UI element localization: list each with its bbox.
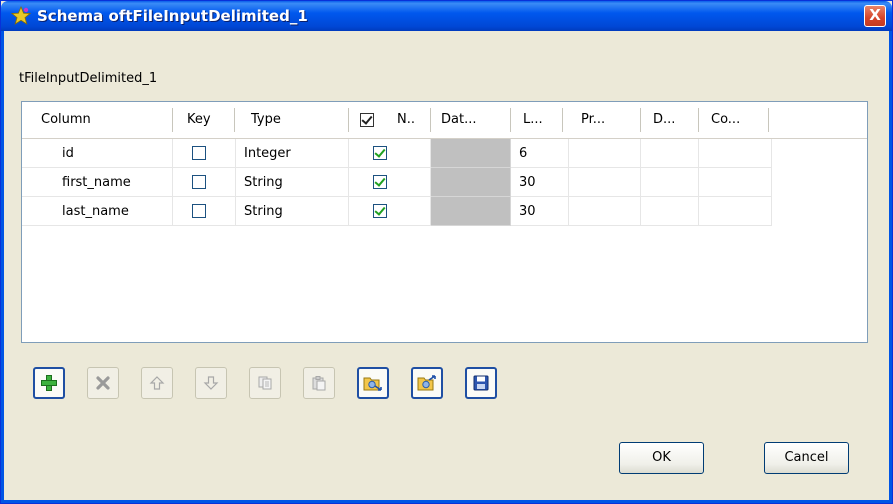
window-border-right [889, 31, 892, 503]
cell-key[interactable] [173, 168, 236, 197]
move-up-button[interactable] [141, 367, 173, 399]
remove-button[interactable] [87, 367, 119, 399]
window-border-bottom [1, 500, 892, 503]
paste-icon [312, 376, 326, 391]
column-header-nullable[interactable]: N.. [392, 102, 432, 138]
column-header-type[interactable]: Type [246, 102, 346, 138]
cell-date-pattern [431, 139, 511, 168]
cell-type[interactable]: String [236, 197, 349, 226]
header-divider [510, 108, 511, 132]
save-icon [473, 375, 489, 391]
import-schema-icon [363, 377, 382, 391]
paste-button[interactable] [303, 367, 335, 399]
key-checkbox[interactable] [192, 204, 206, 218]
table-row[interactable]: id Integer 6 [22, 139, 772, 168]
header-divider [430, 108, 431, 132]
window-title: Schema oftFileInputDelimited_1 [37, 7, 308, 25]
key-checkbox[interactable] [192, 175, 206, 189]
header-divider [768, 108, 769, 132]
nullable-checkbox[interactable] [373, 175, 387, 189]
window-border-left [1, 31, 4, 503]
cancel-button[interactable]: Cancel [764, 442, 849, 474]
remove-icon [96, 376, 110, 390]
close-icon: X [869, 6, 881, 24]
title-bar[interactable]: Schema oftFileInputDelimited_1 X [1, 1, 892, 31]
cell-key[interactable] [173, 139, 236, 168]
key-checkbox[interactable] [192, 146, 206, 160]
cell-column-name[interactable]: first_name [22, 168, 173, 197]
add-button[interactable] [33, 367, 65, 399]
cell-comment[interactable] [699, 197, 772, 226]
cell-nullable[interactable] [349, 168, 431, 197]
copy-button[interactable] [249, 367, 281, 399]
cell-length[interactable]: 6 [511, 139, 569, 168]
schema-dialog: Schema oftFileInputDelimited_1 X tFileIn… [0, 0, 893, 504]
ok-button[interactable]: OK [619, 442, 704, 474]
cell-length[interactable]: 30 [511, 197, 569, 226]
cell-comment[interactable] [699, 139, 772, 168]
table-row[interactable]: last_name String 30 [22, 197, 772, 226]
cell-column-name[interactable]: id [22, 139, 173, 168]
component-star-icon [11, 6, 31, 25]
cell-date-pattern [431, 197, 511, 226]
cell-type[interactable]: String [236, 168, 349, 197]
cell-nullable[interactable] [349, 139, 431, 168]
component-name-label: tFileInputDelimited_1 [19, 71, 158, 86]
cell-default[interactable] [641, 139, 699, 168]
column-header-key[interactable]: Key [182, 102, 230, 138]
table-row[interactable]: first_name String 30 [22, 168, 772, 197]
header-divider [562, 108, 563, 132]
move-down-button[interactable] [195, 367, 227, 399]
cell-default[interactable] [641, 197, 699, 226]
import-schema-button[interactable] [357, 367, 389, 399]
move-up-icon [149, 376, 165, 390]
column-header-default[interactable]: D... [648, 102, 696, 138]
export-schema-icon [417, 375, 436, 391]
nullable-checkbox[interactable] [373, 204, 387, 218]
table-header: Column Key Type N.. Dat... L... Pr... D.… [22, 102, 867, 139]
cell-default[interactable] [641, 168, 699, 197]
column-header-date-pattern[interactable]: Dat... [436, 102, 512, 138]
export-schema-button[interactable] [411, 367, 443, 399]
cell-comment[interactable] [699, 168, 772, 197]
cell-type[interactable]: Integer [236, 139, 349, 168]
schema-table[interactable]: Column Key Type N.. Dat... L... Pr... D.… [21, 101, 868, 343]
header-divider [234, 108, 235, 132]
cell-precision[interactable] [569, 168, 641, 197]
nullable-all-checkbox[interactable] [360, 113, 374, 127]
cell-length[interactable]: 30 [511, 168, 569, 197]
save-schema-button[interactable] [465, 367, 497, 399]
copy-icon [258, 376, 272, 390]
cell-date-pattern [431, 168, 511, 197]
header-divider [640, 108, 641, 132]
cell-nullable[interactable] [349, 197, 431, 226]
column-header-precision[interactable]: Pr... [576, 102, 636, 138]
nullable-checkbox[interactable] [373, 146, 387, 160]
header-divider [172, 108, 173, 132]
cell-column-name[interactable]: last_name [22, 197, 173, 226]
add-icon [41, 375, 57, 391]
move-down-icon [203, 376, 219, 390]
cell-key[interactable] [173, 197, 236, 226]
column-header-length[interactable]: L... [518, 102, 562, 138]
column-header-column[interactable]: Column [36, 102, 176, 138]
close-button[interactable]: X [864, 5, 886, 27]
header-divider [698, 108, 699, 132]
cell-precision[interactable] [569, 139, 641, 168]
header-divider [348, 108, 349, 132]
cell-precision[interactable] [569, 197, 641, 226]
column-header-comment[interactable]: Co... [706, 102, 766, 138]
